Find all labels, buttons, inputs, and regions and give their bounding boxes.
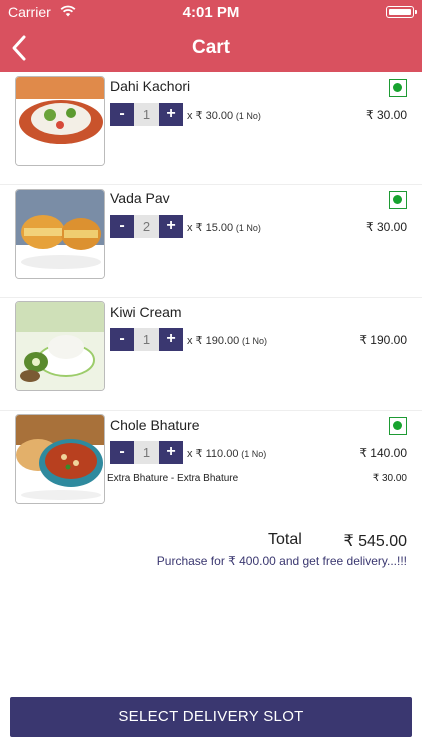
item-name: Kiwi Cream <box>110 304 182 320</box>
unit-note: (1 No) <box>235 223 261 233</box>
quantity-stepper: - 1 + <box>110 441 183 464</box>
unit-price-value: x ₹ 110.00 <box>187 448 239 460</box>
cart-item: Vada Pav - 2 + x ₹ 15.00 (1 No) ₹ 30.00 <box>0 185 422 298</box>
veg-indicator-icon <box>389 79 407 97</box>
cart-item: Chole Bhature - 1 + x ₹ 110.00 (1 No) ₹ … <box>0 411 422 507</box>
quantity-value: 1 <box>134 103 159 126</box>
free-delivery-message: Purchase for ₹ 400.00 and get free deliv… <box>156 554 407 568</box>
item-name: Chole Bhature <box>110 417 200 433</box>
decrease-button[interactable]: - <box>110 103 134 126</box>
total-label: Total <box>268 531 302 548</box>
decrease-button[interactable]: - <box>110 215 134 238</box>
line-total: ₹ 30.00 <box>366 108 407 122</box>
veg-indicator-icon <box>389 191 407 209</box>
cart-item: Kiwi Cream - 1 + x ₹ 190.00 (1 No) ₹ 190… <box>0 298 422 411</box>
status-time: 4:01 PM <box>182 4 240 21</box>
item-name: Dahi Kachori <box>110 78 191 94</box>
kiwi-cream-photo <box>15 301 105 391</box>
unit-note: (1 No) <box>235 111 261 121</box>
quantity-stepper: - 1 + <box>110 103 183 126</box>
unit-note: (1 No) <box>242 336 268 346</box>
increase-button[interactable]: + <box>159 328 183 351</box>
quantity-value: 2 <box>134 215 159 238</box>
quantity-stepper: - 1 + <box>110 328 183 351</box>
dahi-kachori-photo <box>15 76 105 166</box>
item-name: Vada Pav <box>110 190 170 206</box>
unit-price-value: x ₹ 15.00 <box>187 222 234 234</box>
select-delivery-slot-button[interactable]: SELECT DELIVERY SLOT <box>10 697 412 737</box>
decrease-button[interactable]: - <box>110 441 134 464</box>
quantity-stepper: - 2 + <box>110 215 183 238</box>
page-title: Cart <box>191 37 230 58</box>
total-value: ₹ 545.00 <box>343 533 407 550</box>
battery-icon <box>386 6 417 18</box>
decrease-button[interactable]: - <box>110 328 134 351</box>
unit-price: x ₹ 190.00 (1 No) <box>187 334 267 347</box>
increase-button[interactable]: + <box>159 215 183 238</box>
vada-pav-photo <box>15 189 105 279</box>
unit-price: x ₹ 15.00 (1 No) <box>187 221 261 234</box>
status-bar: Carrier 4:01 PM <box>0 0 422 24</box>
unit-price-value: x ₹ 30.00 <box>187 110 234 122</box>
unit-note: (1 No) <box>241 449 267 459</box>
increase-button[interactable]: + <box>159 441 183 464</box>
line-total: ₹ 190.00 <box>359 333 407 347</box>
line-total: ₹ 140.00 <box>359 446 407 460</box>
increase-button[interactable]: + <box>159 103 183 126</box>
addon-name: Extra Bhature - Extra Bhature <box>107 473 239 484</box>
chole-bhature-photo <box>15 414 105 504</box>
addon-price: ₹ 30.00 <box>372 473 407 484</box>
quantity-value: 1 <box>134 441 159 464</box>
quantity-value: 1 <box>134 328 159 351</box>
unit-price: x ₹ 110.00 (1 No) <box>187 447 266 460</box>
unit-price-value: x ₹ 190.00 <box>187 335 240 347</box>
veg-indicator-icon <box>389 417 407 435</box>
line-total: ₹ 30.00 <box>366 220 407 234</box>
unit-price: x ₹ 30.00 (1 No) <box>187 109 261 122</box>
cart-item: Dahi Kachori - 1 + x ₹ 30.00 (1 No) ₹ 30… <box>0 72 422 185</box>
header-bar: Carrier 4:01 PM Cart <box>0 0 422 72</box>
